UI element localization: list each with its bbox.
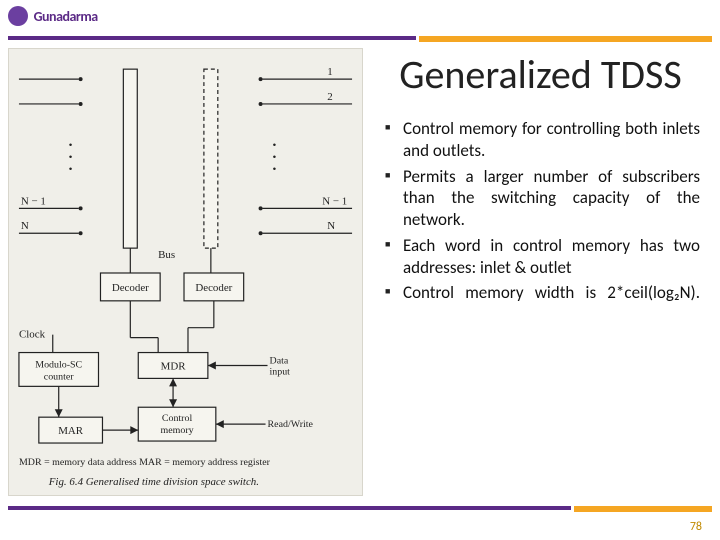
svg-text:•: • xyxy=(69,164,73,176)
bullet-item: Control memory for controlling both inle… xyxy=(385,118,700,162)
bottom-divider xyxy=(8,506,712,512)
brand-name: Gunadarma xyxy=(34,8,98,25)
fig-label-rw: Read/Write xyxy=(268,419,314,430)
bullet-item: Each word in control memory has two addr… xyxy=(385,235,700,279)
svg-text:•: • xyxy=(273,140,277,152)
page-number: 78 xyxy=(690,520,702,534)
slide-title: Generalized TDSS xyxy=(381,54,700,96)
fig-label-n: N xyxy=(327,220,335,232)
top-divider xyxy=(8,36,712,42)
fig-label-datain: Data xyxy=(270,355,289,366)
svg-text:Modulo-SC: Modulo-SC xyxy=(35,359,82,370)
fig-label-decoder-r: Decoder xyxy=(195,282,232,294)
fig-label-nm1: N − 1 xyxy=(322,195,347,207)
fig-label-bus: Bus xyxy=(158,249,175,261)
bullet-item: Control memory width is 2*ceil(log₂N). xyxy=(385,282,700,304)
fig-label-clock: Clock xyxy=(19,329,46,341)
fig-label-mar: MAR xyxy=(58,425,84,437)
svg-text:input: input xyxy=(270,366,291,377)
svg-text:•: • xyxy=(273,152,277,164)
bullet-item: Permits a larger number of subscribers t… xyxy=(385,166,700,231)
fig-label-1: 1 xyxy=(327,66,332,78)
brand-logo: Gunadarma xyxy=(8,6,138,34)
diagram-figure: .bx{fill:#f6f5ef;stroke:#222;stroke-widt… xyxy=(8,48,363,496)
bullet-list: Control memory for controlling both inle… xyxy=(381,118,700,304)
fig-label-mdr: MDR xyxy=(161,360,187,372)
svg-text:•: • xyxy=(273,164,277,176)
svg-text:N: N xyxy=(21,220,29,232)
brand-badge-icon xyxy=(8,6,28,26)
svg-text:N − 1: N − 1 xyxy=(21,195,46,207)
fig-caption: Fig. 6.4 Generalised time division space… xyxy=(48,476,259,488)
svg-text:counter: counter xyxy=(44,371,74,382)
svg-text:•: • xyxy=(69,152,73,164)
fig-legend: MDR = memory data address MAR = memory a… xyxy=(19,457,271,468)
svg-text:memory: memory xyxy=(160,425,193,436)
svg-text:•: • xyxy=(69,140,73,152)
fig-label-decoder-l: Decoder xyxy=(112,282,149,294)
svg-text:Control: Control xyxy=(162,413,193,424)
fig-label-2: 2 xyxy=(327,91,332,103)
